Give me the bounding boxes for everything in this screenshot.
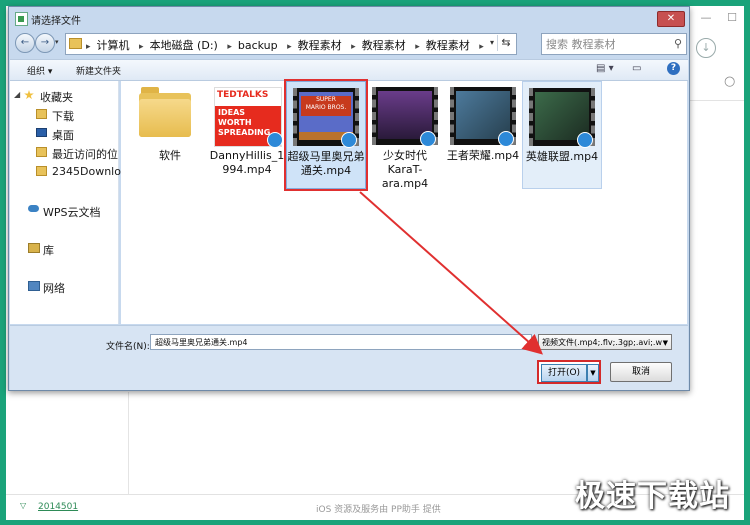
video-badge-icon [341, 132, 357, 148]
folder-icon [69, 38, 82, 49]
address-bar[interactable]: ▸ 计算机 ▸ 本地磁盘 (D:) ▸ backup ▸ 教程素材 ▸ 教程素材 ▸ 教程素… [65, 33, 517, 55]
breadcrumb-item[interactable]: 计算机 [97, 39, 130, 52]
preview-pane-icon[interactable]: ▭ [632, 63, 641, 74]
open-button[interactable]: 打开(O) [541, 364, 587, 382]
file-item[interactable]: 少女时代KaraT-ara.mp4 [366, 81, 444, 190]
view-options-icon[interactable]: ▤ ▾ [596, 63, 614, 74]
forward-button[interactable]: → [35, 33, 55, 53]
file-name: 超级马里奥兄弟通关.mp4 [287, 150, 365, 177]
file-item[interactable]: 软件 [131, 81, 209, 187]
video-thumbnail [529, 88, 595, 148]
video-thumbnail [450, 87, 516, 147]
file-list: 软件 TEDTALKS IDEAS WORTH SPREADING DannyH… [121, 79, 687, 324]
open-dropdown-icon[interactable]: ▼ [587, 364, 599, 382]
refresh-icon[interactable]: ⇆ [497, 35, 514, 51]
address-dropdown-icon[interactable]: ▾ [490, 38, 494, 47]
desktop-icon [36, 128, 47, 137]
folder-icon [36, 166, 47, 176]
nav-label: 最近访问的位 [52, 148, 118, 161]
filetype-select[interactable]: 视频文件(.mp4;.flv;.3gp;.avi;.w ▼ [538, 334, 672, 350]
toolbar: 组织 ▾ 新建文件夹 ▤ ▾ ▭ ? [10, 59, 688, 81]
dialog-title: 请选择文件 [31, 16, 81, 27]
breadcrumb-item[interactable]: 教程素材 [426, 39, 470, 52]
nav-label: WPS云文档 [43, 206, 101, 219]
close-button[interactable]: ✕ [657, 11, 685, 27]
version-link[interactable]: 2014501 [38, 502, 78, 512]
app-icon [15, 12, 28, 26]
file-name: 英雄联盟.mp4 [525, 150, 599, 163]
history-dropdown-icon[interactable]: ▾ [55, 38, 59, 46]
dialog-footer: 文件名(N): 超级马里奥兄弟通关.mp4 视频文件(.mp4;.flv;.3g… [10, 325, 688, 390]
video-badge-icon [267, 132, 283, 148]
help-icon[interactable]: ? [667, 62, 680, 75]
app-minimize-button[interactable]: — [700, 12, 712, 24]
star-icon [24, 90, 34, 100]
filetype-value: 视频文件(.mp4;.flv;.3gp;.avi;.w [542, 338, 662, 347]
back-button[interactable]: ← [15, 33, 35, 53]
search-icon[interactable]: ○ [724, 74, 735, 89]
open-button-group: 打开(O) ▼ [537, 360, 601, 384]
folder-icon [36, 147, 47, 157]
app-maximize-button[interactable]: ☐ [726, 12, 738, 24]
file-item[interactable]: 英雄联盟.mp4 [522, 81, 602, 189]
library-icon [28, 243, 40, 253]
video-thumbnail: TEDTALKS IDEAS WORTH SPREADING [214, 87, 283, 148]
video-badge-icon [498, 131, 514, 147]
app-sidebar-divider [128, 392, 129, 504]
magnifier-icon[interactable]: ⚲ [674, 37, 682, 50]
breadcrumb-item[interactable]: 教程素材 [362, 39, 406, 52]
navigation-pane: ◢ 收藏夹 下载 桌面 最近访问的位 2345Downlo WPS云文档 库 网… [10, 81, 121, 324]
breadcrumb-item[interactable]: backup [238, 39, 278, 52]
file-name: 少女时代KaraT-ara.mp4 [381, 149, 429, 190]
file-item-selected[interactable]: SUPER MARIO BROS. 超级马里奥兄弟通关.mp4 [284, 79, 368, 191]
chevron-down-icon: ▼ [662, 339, 668, 347]
video-badge-icon [420, 131, 436, 147]
video-thumbnail: SUPER MARIO BROS. [293, 88, 359, 148]
chevron-down-icon[interactable]: ▽ [20, 501, 26, 510]
cancel-button[interactable]: 取消 [610, 362, 672, 382]
file-name: DannyHillis_1994.mp4 [209, 149, 285, 176]
dialog-titlebar: 请选择文件 ✕ [9, 7, 689, 29]
breadcrumb-item[interactable]: 本地磁盘 (D:) [150, 39, 218, 52]
divider [686, 100, 744, 101]
video-badge-icon [577, 132, 593, 148]
filename-input[interactable]: 超级马里奥兄弟通关.mp4 [150, 334, 532, 350]
file-item[interactable]: TEDTALKS IDEAS WORTH SPREADING DannyHill… [208, 81, 286, 187]
open-file-dialog: 请选择文件 ✕ ← → ▾ ▸ 计算机 ▸ 本地磁盘 (D:) ▸ backup ▸ 教… [8, 6, 690, 391]
file-name: 软件 [159, 149, 181, 162]
watermark: 极速下载站 [575, 479, 730, 514]
file-item[interactable]: 王者荣耀.mp4 [444, 81, 522, 187]
footer-credit: iOS 资源及服务由 PP助手 提供 [316, 505, 441, 515]
nav-label: 网络 [43, 282, 65, 295]
filename-label: 文件名(N): [106, 342, 150, 352]
video-thumbnail [372, 87, 438, 147]
nav-label: 收藏夹 [40, 91, 73, 104]
cloud-icon [28, 205, 39, 212]
network-icon [28, 281, 40, 291]
breadcrumb-item[interactable]: 教程素材 [298, 39, 342, 52]
download-icon[interactable]: ↓ [696, 38, 716, 58]
nav-label: 下载 [52, 110, 74, 123]
nav-label: 2345Downlo [52, 165, 121, 178]
nav-label: 桌面 [52, 129, 74, 142]
folder-icon [139, 87, 191, 137]
nav-label: 库 [43, 244, 54, 257]
search-input[interactable] [544, 36, 664, 52]
navigation-bar: ← → ▾ ▸ 计算机 ▸ 本地磁盘 (D:) ▸ backup ▸ 教程素材 ▸ 教程素… [9, 29, 689, 59]
file-name: 王者荣耀.mp4 [446, 149, 520, 162]
new-folder-button[interactable]: 新建文件夹 [76, 64, 121, 77]
search-box[interactable]: ⚲ [541, 33, 687, 55]
organize-menu[interactable]: 组织 ▾ [27, 64, 52, 77]
breadcrumb: ▸ 计算机 ▸ 本地磁盘 (D:) ▸ backup ▸ 教程素材 ▸ 教程素材 ▸ 教程素… [86, 39, 484, 52]
folder-icon [36, 109, 47, 119]
app-right-panel: — ☐ ↓ ○ [686, 0, 750, 120]
